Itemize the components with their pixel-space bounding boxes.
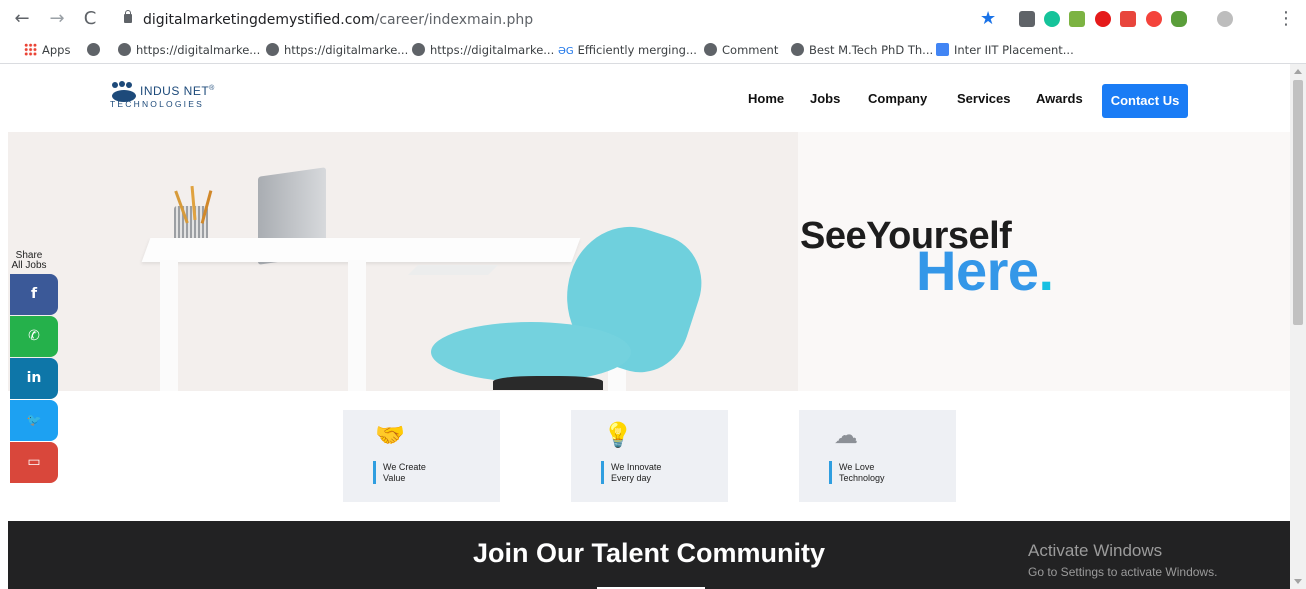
apps-grid-icon [24,43,37,56]
profile-avatar-icon[interactable] [1217,11,1233,27]
lock-icon [124,10,132,23]
card-accent-bar [373,461,376,484]
bookmark-3[interactable]: https://digitalmarke... [412,43,554,57]
tech-tree-icon: ☁ [834,421,858,449]
contact-us-button[interactable]: Contact Us [1102,84,1188,118]
extension-block-icon[interactable] [1146,11,1162,27]
browser-toolbar: ← → C digitalmarketingdemystified.com/ca… [0,0,1306,42]
desk-leg [348,260,366,391]
idea-head-icon: 💡 [603,421,633,449]
bookmark-star-icon[interactable]: ★ [980,8,996,29]
scroll-up-arrow-icon[interactable] [1294,69,1302,74]
facebook-share-button[interactable]: f [10,274,58,315]
extension-e-icon[interactable] [1019,11,1035,27]
back-arrow-icon[interactable]: ← [12,9,32,29]
scroll-down-arrow-icon[interactable] [1294,579,1302,584]
logo-name: INDUS NET® [140,84,215,98]
nav-jobs[interactable]: Jobs [810,91,840,106]
bookmark-globe[interactable] [87,43,105,57]
doc-icon [936,43,949,56]
hero-subtitle: Here. [916,239,1054,302]
extension-gem-icon[interactable] [1171,11,1187,27]
bookmark-7[interactable]: Inter IIT Placement... [936,43,1074,57]
email-icon: ▭ [27,454,41,470]
reload-icon[interactable]: C [80,9,100,29]
talent-community-section: Join Our Talent Community Activate Windo… [8,521,1290,589]
card-accent-bar [601,461,604,484]
windows-watermark-title: Activate Windows [1028,541,1163,560]
globe-icon [118,43,131,56]
nav-awards[interactable]: Awards [1036,91,1083,106]
forward-arrow-icon[interactable]: → [47,9,67,29]
extension-media-icon[interactable] [1120,11,1136,27]
chair-seat-illustration [431,322,631,382]
facebook-icon: f [30,286,38,302]
handshake-icon: 🤝 [375,421,405,449]
nav-home[interactable]: Home [748,91,784,106]
bookmark-5[interactable]: Comment [704,43,778,57]
windows-watermark-subtitle: Go to Settings to activate Windows. [1028,565,1218,579]
twitter-icon: 🐦 [26,413,42,427]
menu-dots-icon[interactable]: ⋮ [1276,9,1296,29]
bookmark-1[interactable]: https://digitalmarke... [118,43,260,57]
bookmarks-bar: Apps https://digitalmarke... https://dig… [0,38,1306,64]
value-card-innovate: 💡 We Innovate Every day [571,410,728,502]
nav-company[interactable]: Company [868,91,927,106]
bookmark-apps[interactable]: Apps [24,43,70,57]
whatsapp-share-button[interactable]: ✆ [10,316,58,357]
share-label: Share All Jobs [11,250,47,271]
card-accent-bar [829,461,832,484]
grammarly-icon[interactable] [1044,11,1060,27]
bookmark-4[interactable]: ƏG Efficiently merging... [558,43,697,57]
linkedin-icon: in [26,370,42,386]
globe-icon [412,43,425,56]
extension-tray-icon[interactable] [1069,11,1085,27]
address-bar[interactable]: digitalmarketingdemystified.com/career/i… [112,6,1012,34]
chair-base-illustration [493,376,603,390]
value-card-text: We Innovate Every day [611,462,662,483]
value-card-technology: ☁ We Love Technology [799,410,956,502]
hero-banner: SeeYourself Here. [8,132,1290,391]
twitter-share-button[interactable]: 🐦 [10,400,58,441]
page-scrollbar[interactable] [1290,64,1306,589]
desk-illustration [141,238,581,262]
desk-leg [160,260,178,391]
bookmark-6[interactable]: Best M.Tech PhD Th... [791,43,933,57]
logo-subtitle: TECHNOLOGIES [110,99,204,109]
nav-services[interactable]: Services [957,91,1011,106]
page-viewport: INDUS NET® TECHNOLOGIES Home Jobs Compan… [8,64,1290,589]
whatsapp-icon: ✆ [28,328,40,344]
notebook-illustration [408,265,498,275]
url-text: digitalmarketingdemystified.com/career/i… [143,12,534,28]
globe-icon [87,43,100,56]
value-card-text: We Love Technology [839,462,885,483]
opera-icon[interactable] [1095,11,1111,27]
globe-icon [704,43,717,56]
bookmark-2[interactable]: https://digitalmarke... [266,43,408,57]
scrollbar-thumb[interactable] [1293,80,1303,325]
email-share-button[interactable]: ▭ [10,442,58,483]
dg-icon: ƏG [558,46,574,57]
globe-icon [791,43,804,56]
values-section: 🤝 We Create Value 💡 We Innovate Every day … [8,391,1290,521]
site-header: INDUS NET® TECHNOLOGIES Home Jobs Compan… [8,64,1290,132]
value-card-create: 🤝 We Create Value [343,410,500,502]
linkedin-share-button[interactable]: in [10,358,58,399]
globe-icon [266,43,279,56]
value-card-text: We Create Value [383,462,426,483]
